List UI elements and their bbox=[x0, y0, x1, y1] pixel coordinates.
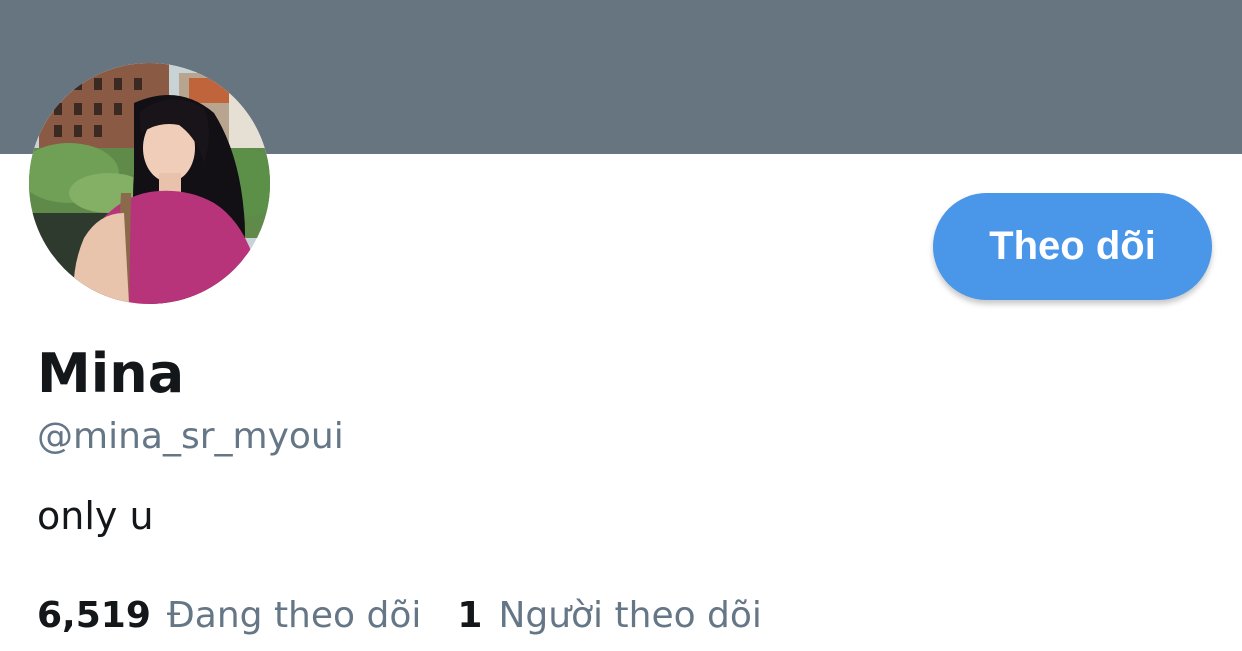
followers-stat[interactable]: 1 Người theo dõi bbox=[457, 590, 762, 642]
bio-text: only u bbox=[37, 494, 154, 538]
profile-stats: 6,519 Đang theo dõi 1 Người theo dõi bbox=[37, 590, 762, 642]
follow-button[interactable]: Theo dõi bbox=[933, 193, 1212, 300]
avatar[interactable] bbox=[29, 63, 270, 304]
username-handle: @mina_sr_myoui bbox=[37, 416, 344, 457]
following-stat[interactable]: 6,519 Đang theo dõi bbox=[37, 590, 421, 642]
profile-page: Theo dõi Mina @mina_sr_myoui only u 6,51… bbox=[0, 0, 1242, 651]
following-count: 6,519 bbox=[37, 595, 151, 636]
display-name: Mina bbox=[37, 342, 185, 405]
followers-count: 1 bbox=[457, 595, 483, 636]
following-label: Đang theo dõi bbox=[166, 595, 422, 636]
followers-label: Người theo dõi bbox=[498, 595, 762, 636]
avatar-photo bbox=[29, 63, 270, 304]
